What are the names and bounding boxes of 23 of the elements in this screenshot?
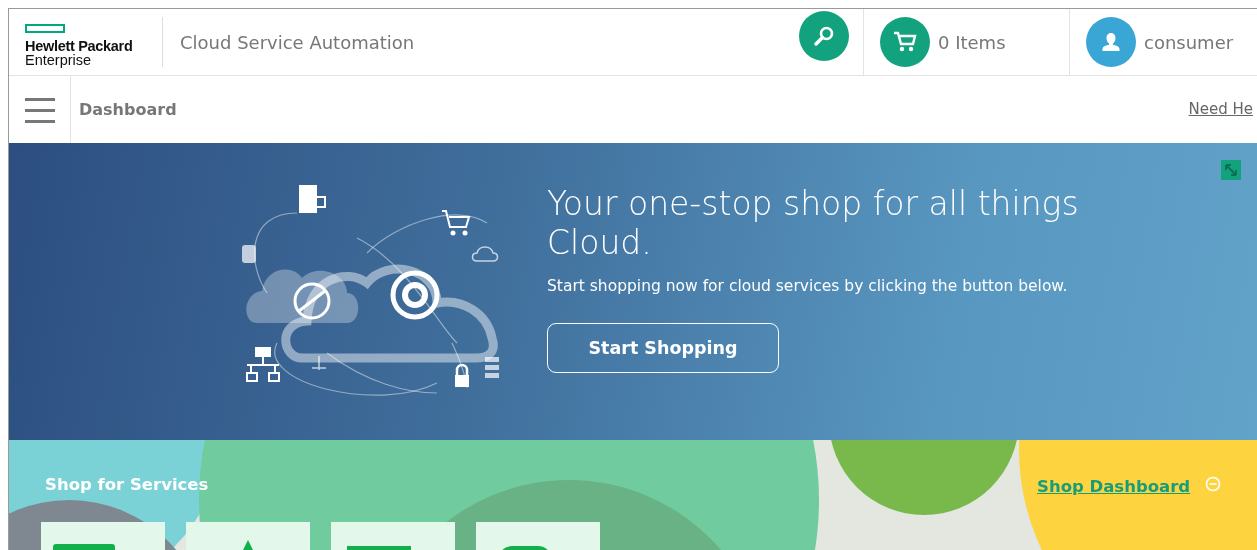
- company-logo: Hewlett Packard Enterprise: [9, 15, 162, 69]
- cart-icon: [892, 30, 918, 54]
- service-tile[interactable]: [41, 522, 165, 550]
- search-icon: [813, 25, 835, 47]
- service-tile[interactable]: [476, 522, 600, 550]
- banner-subtext: Start shopping now for cloud services by clicking the button below.: [547, 275, 1069, 297]
- user-name[interactable]: consumer: [1144, 28, 1234, 56]
- page-title: Dashboard: [78, 98, 177, 121]
- banner-heading: Your one-stop shop for all things Cloud.: [547, 185, 1080, 263]
- service-tile[interactable]: [331, 522, 455, 550]
- service-tile[interactable]: [186, 522, 310, 550]
- cart-button[interactable]: [880, 17, 930, 67]
- section-title: Shop for Services: [45, 474, 209, 496]
- expand-icon[interactable]: [1221, 160, 1241, 180]
- help-link[interactable]: Need He: [1188, 98, 1253, 121]
- start-shopping-button[interactable]: Start Shopping: [547, 323, 779, 374]
- user-avatar-icon[interactable]: [1086, 17, 1136, 67]
- search-button[interactable]: [799, 11, 849, 61]
- app-title: Cloud Service Automation: [179, 30, 415, 55]
- shop-dashboard-link[interactable]: Shop Dashboard: [1037, 475, 1191, 500]
- collapse-icon[interactable]: [1205, 476, 1221, 492]
- cart-count[interactable]: 0 Items: [938, 28, 1006, 56]
- menu-icon[interactable]: [24, 96, 55, 123]
